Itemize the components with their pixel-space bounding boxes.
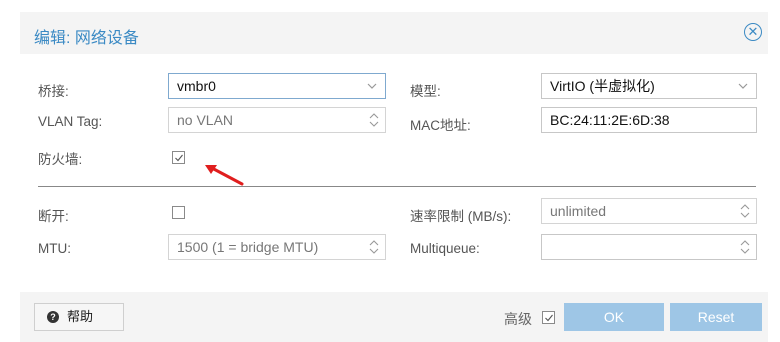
bridge-label: 桥接: bbox=[38, 84, 69, 99]
mac-address-value: BC:24:11:2E:6D:38 bbox=[550, 112, 670, 128]
disconnect-label: 断开: bbox=[38, 209, 69, 224]
red-arrow-annotation bbox=[205, 165, 244, 186]
advanced-checkbox[interactable] bbox=[542, 311, 555, 324]
help-button-label: 帮助 bbox=[67, 309, 94, 324]
mtu-placeholder: 1500 (1 = bridge MTU) bbox=[177, 239, 319, 255]
help-button[interactable]: ? 帮助 bbox=[34, 303, 124, 331]
section-divider bbox=[38, 186, 756, 187]
check-icon bbox=[175, 154, 183, 162]
mtu-input[interactable]: 1500 (1 = bridge MTU) bbox=[168, 234, 386, 260]
dialog-title: 编辑: 网络设备 bbox=[34, 30, 139, 47]
dialog-footer: ? 帮助 高级 OK Reset bbox=[20, 292, 768, 342]
ok-button[interactable]: OK bbox=[564, 303, 664, 331]
bridge-select[interactable]: vmbr0 bbox=[168, 73, 386, 99]
edit-network-device-dialog: 编辑: 网络设备 ✕ 桥接: vmbr0 VLAN Tag: no VLAN 防… bbox=[0, 0, 780, 342]
advanced-label: 高级 bbox=[504, 311, 532, 327]
rate-limit-placeholder: unlimited bbox=[550, 203, 607, 219]
close-icon[interactable]: ✕ bbox=[744, 23, 762, 41]
multiqueue-input[interactable] bbox=[541, 234, 757, 260]
question-icon: ? bbox=[47, 311, 59, 323]
firewall-label: 防火墙: bbox=[38, 152, 83, 167]
mac-address-input[interactable]: BC:24:11:2E:6D:38 bbox=[541, 107, 757, 133]
spinner-icon[interactable] bbox=[740, 202, 750, 220]
spinner-icon[interactable] bbox=[369, 111, 379, 129]
reset-button[interactable]: Reset bbox=[670, 303, 762, 331]
vlan-tag-label: VLAN Tag: bbox=[38, 114, 103, 129]
mtu-label: MTU: bbox=[38, 241, 71, 256]
rate-limit-label: 速率限制 (MB/s): bbox=[410, 209, 512, 224]
spinner-icon[interactable] bbox=[740, 238, 750, 256]
check-icon bbox=[545, 314, 553, 322]
rate-limit-input[interactable]: unlimited bbox=[541, 198, 757, 224]
vlan-tag-input[interactable]: no VLAN bbox=[168, 107, 386, 133]
disconnect-checkbox[interactable] bbox=[172, 206, 185, 219]
chevron-down-icon[interactable] bbox=[730, 74, 756, 98]
model-select[interactable]: VirtIO (半虚拟化) bbox=[541, 73, 757, 99]
spinner-icon[interactable] bbox=[369, 238, 379, 256]
multiqueue-label: Multiqueue: bbox=[410, 241, 480, 256]
model-label: 模型: bbox=[410, 84, 441, 99]
mac-address-label: MAC地址: bbox=[410, 118, 471, 133]
model-value: VirtIO (半虚拟化) bbox=[550, 78, 655, 94]
bridge-value: vmbr0 bbox=[177, 78, 216, 94]
vlan-tag-placeholder: no VLAN bbox=[177, 112, 234, 128]
dialog-header: 编辑: 网络设备 ✕ bbox=[20, 12, 768, 54]
firewall-checkbox[interactable] bbox=[172, 151, 185, 164]
chevron-down-icon[interactable] bbox=[359, 74, 385, 98]
